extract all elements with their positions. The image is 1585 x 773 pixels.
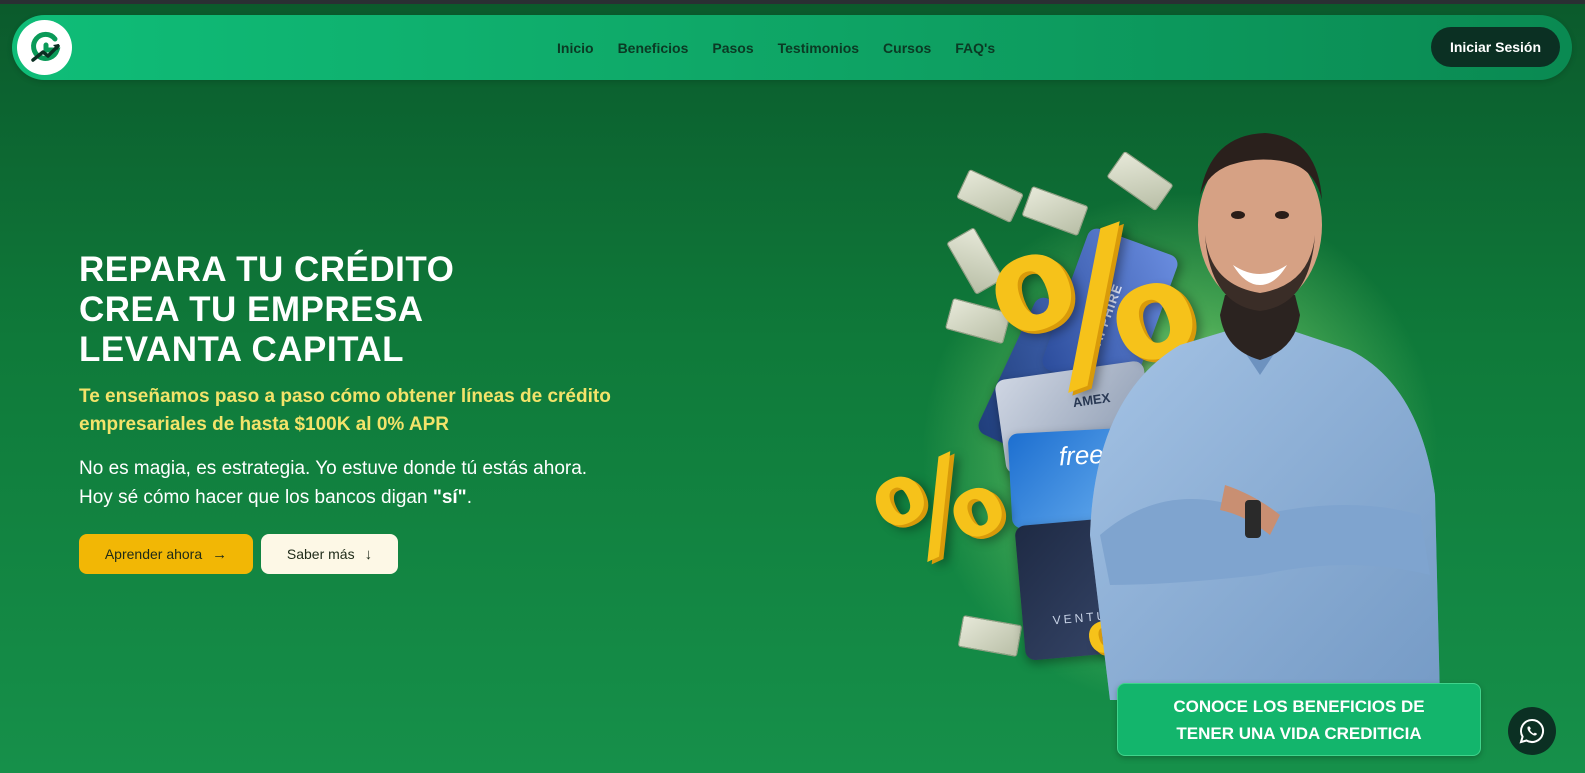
arrow-down-icon: ↓ <box>364 545 373 563</box>
nav-link-beneficios[interactable]: Beneficios <box>618 40 689 56</box>
nav-link-testimonios[interactable]: Testimonios <box>778 40 859 56</box>
learn-more-button[interactable]: Saber más ↓ <box>261 534 398 574</box>
nav-link-cursos[interactable]: Cursos <box>883 40 931 56</box>
benefits-cta-line-1: CONOCE LOS BENEFICIOS DE <box>1173 697 1425 716</box>
learn-more-label: Saber más <box>286 546 355 562</box>
learn-now-label: Aprender ahora <box>104 546 203 562</box>
hero-description: No es magia, es estrategia. Yo estuve do… <box>79 454 719 512</box>
benefits-cta-line-2: TENER UNA VIDA CREDITICIA <box>1176 724 1422 743</box>
login-button[interactable]: Iniciar Sesión <box>1431 27 1560 67</box>
nav-link-pasos[interactable]: Pasos <box>712 40 753 56</box>
hero-description-emphasis: "sí" <box>432 487 467 508</box>
hero-subtitle: Te enseñamos paso a paso cómo obtener lí… <box>79 383 719 439</box>
dollar-bill-image <box>956 168 1024 224</box>
benefits-cta-button[interactable]: CONOCE LOS BENEFICIOS DE TENER UNA VIDA … <box>1117 683 1481 756</box>
instructor-photo <box>1090 133 1440 700</box>
hero-title-line-1: REPARA TU CRÉDITO <box>79 250 455 289</box>
arrow-right-icon: → <box>212 545 228 563</box>
whatsapp-button[interactable] <box>1508 707 1556 755</box>
hero-subtitle-line-2: empresariales de hasta $100K al 0% APR <box>79 414 449 435</box>
top-navbar: Inicio Beneficios Pasos Testimonios Curs… <box>12 15 1572 80</box>
hero-description-line-1: No es magia, es estrategia. Yo estuve do… <box>79 458 588 479</box>
nav-link-inicio[interactable]: Inicio <box>557 40 594 56</box>
hero-title-line-2: CREA TU EMPRESA <box>79 290 424 329</box>
hero-title: REPARA TU CRÉDITO CREA TU EMPRESA LEVANT… <box>79 250 679 370</box>
window-top-edge <box>0 0 1585 4</box>
hero-description-suffix: . <box>466 487 472 508</box>
hero-subtitle-line-1: Te enseñamos paso a paso cómo obtener lí… <box>79 386 611 407</box>
hero-description-line-2: Hoy sé cómo hacer que los bancos digan "… <box>79 483 719 512</box>
nav-links: Inicio Beneficios Pasos Testimonios Curs… <box>557 15 995 80</box>
nav-link-faqs[interactable]: FAQ's <box>955 40 995 56</box>
hero-description-prefix: Hoy sé cómo hacer que los bancos digan <box>79 487 433 508</box>
whatsapp-icon <box>1519 718 1544 744</box>
growth-g-logo-icon <box>26 29 63 66</box>
learn-now-button[interactable]: Aprender ahora → <box>79 534 253 574</box>
site-logo[interactable] <box>17 20 72 75</box>
hero-title-line-3: LEVANTA CAPITAL <box>79 330 405 369</box>
hero-illustration: SAPPHIRE AMEX frees VENTURE % % % <box>856 100 1500 710</box>
